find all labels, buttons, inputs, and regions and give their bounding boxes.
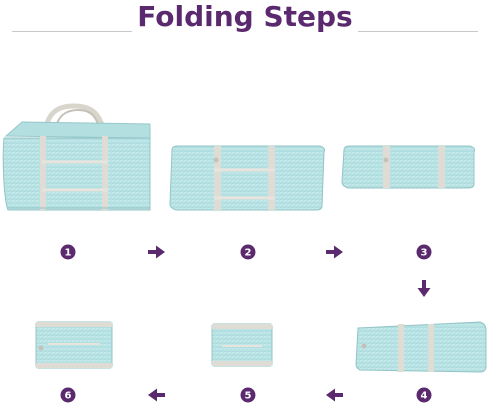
arrow-right-icon <box>148 245 165 259</box>
step-2-image <box>169 145 325 211</box>
step-number-1: 1 <box>65 248 72 259</box>
bag-folded-half-icon <box>211 323 273 367</box>
bag-flattened-icon <box>341 145 475 189</box>
arrow-left-icon <box>148 388 165 402</box>
step-number-4: 4 <box>421 391 428 402</box>
step-badge-3: 3 <box>416 244 432 260</box>
step-4-image <box>355 321 487 373</box>
arrow-down-icon <box>417 280 431 297</box>
step-number-6: 6 <box>65 391 72 402</box>
step-badge-2: 2 <box>240 244 256 260</box>
step-number-5: 5 <box>245 391 252 402</box>
step-5-image <box>211 323 273 367</box>
step-number-3: 3 <box>421 248 428 259</box>
bag-folded-handles-icon <box>169 145 325 211</box>
step-badge-6: 6 <box>60 387 76 403</box>
bag-rolled-icon <box>355 321 487 373</box>
arrow-left-icon <box>326 388 343 402</box>
bag-folded-packet-icon <box>35 321 113 369</box>
step-badge-1: 1 <box>60 244 76 260</box>
step-number-2: 2 <box>245 248 252 259</box>
step-1-image <box>2 103 151 211</box>
step-3-image <box>341 145 475 189</box>
step-badge-5: 5 <box>240 387 256 403</box>
step-badge-4: 4 <box>416 387 432 403</box>
folding-steps-illustration: 1 2 3 4 5 6 <box>2 103 487 403</box>
arrow-right-icon <box>326 245 343 259</box>
duffel-bag-open-icon <box>2 103 151 211</box>
step-6-image <box>35 321 113 369</box>
